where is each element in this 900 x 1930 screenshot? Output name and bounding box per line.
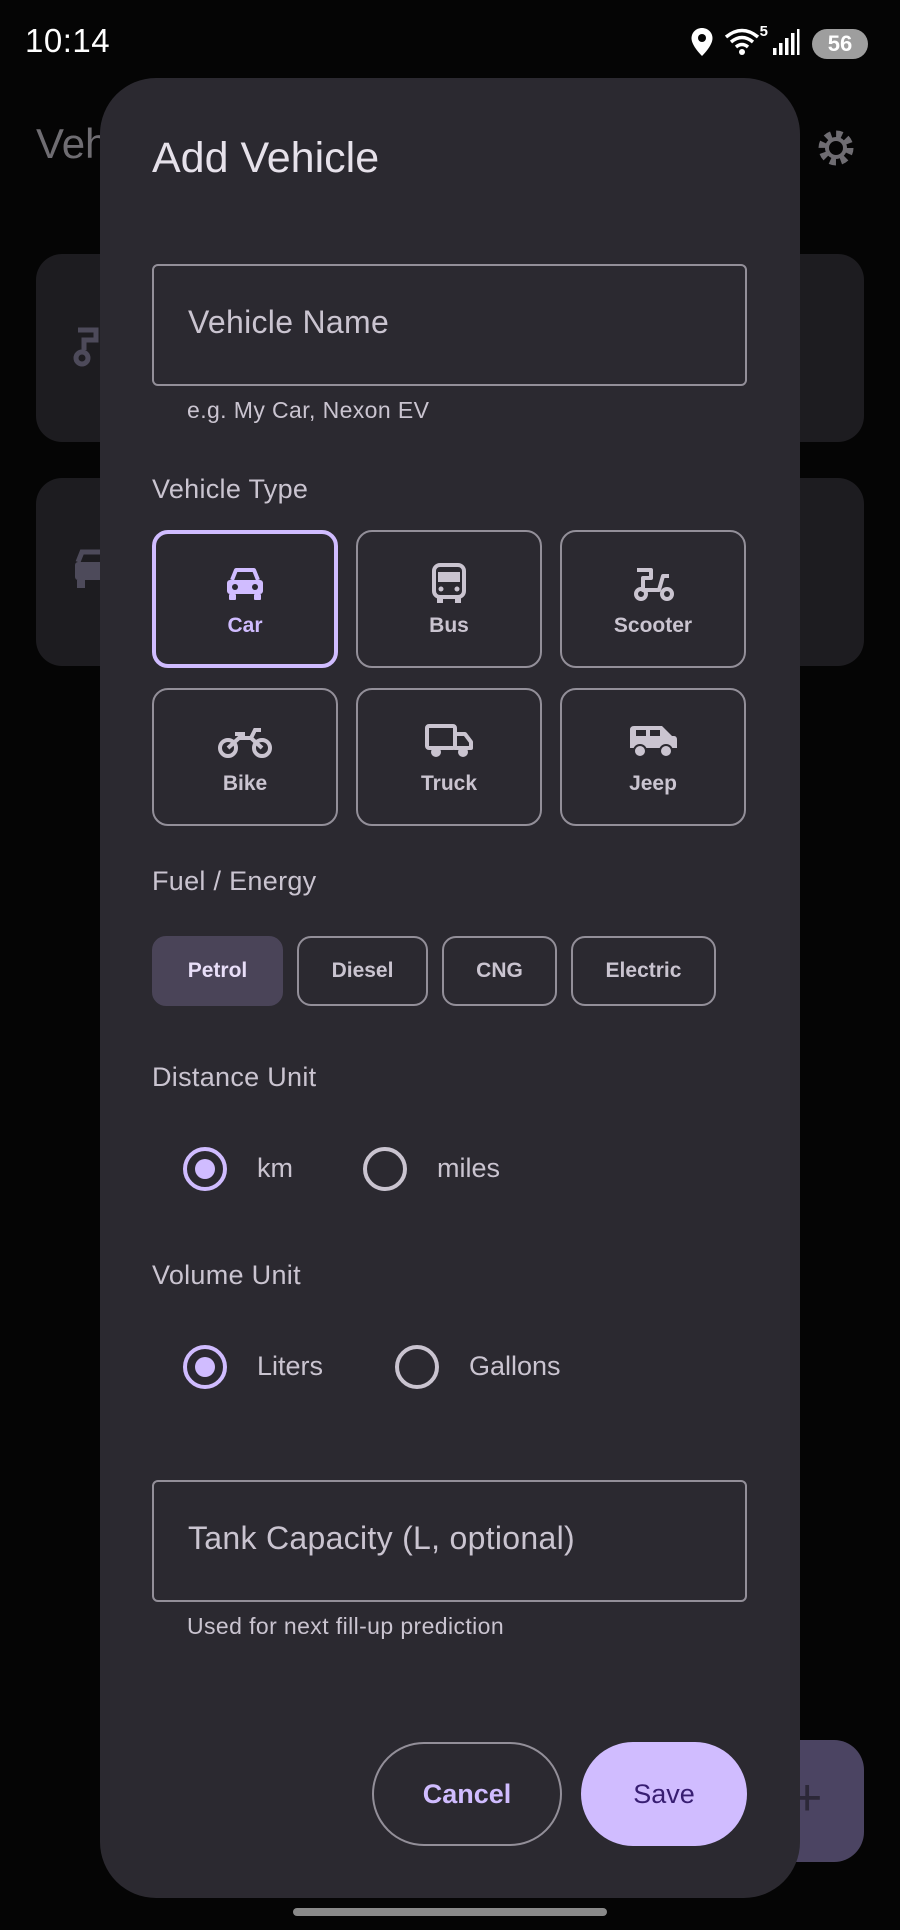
vehicle-type-scooter[interactable]: Scooter bbox=[560, 530, 746, 668]
volume-unit-label: Volume Unit bbox=[152, 1260, 301, 1290]
cancel-button[interactable]: Cancel bbox=[372, 1742, 562, 1846]
volume-radio-gallons[interactable] bbox=[395, 1345, 439, 1389]
fuel-chip-diesel[interactable]: Diesel bbox=[297, 936, 428, 1006]
volume-option-gallons[interactable]: Gallons bbox=[469, 1351, 561, 1382]
motorcycle-icon bbox=[154, 720, 336, 764]
distance-option-miles[interactable]: miles bbox=[437, 1153, 500, 1184]
home-indicator[interactable] bbox=[293, 1908, 607, 1916]
distance-radio-km[interactable] bbox=[183, 1147, 227, 1191]
tank-capacity-placeholder: Tank Capacity (L, optional) bbox=[188, 1520, 575, 1556]
wifi-badge: 5 bbox=[759, 22, 768, 40]
tank-capacity-input[interactable]: Tank Capacity (L, optional) bbox=[152, 1480, 747, 1602]
truck-icon bbox=[358, 720, 540, 764]
vehicle-type-label-bus: Bus bbox=[429, 614, 469, 637]
car-icon bbox=[156, 562, 334, 606]
location-icon bbox=[690, 27, 714, 62]
vehicle-type-label-bike: Bike bbox=[222, 772, 268, 795]
volume-option-liters[interactable]: Liters bbox=[257, 1351, 323, 1382]
status-bar: 10:14 5 56 bbox=[0, 0, 900, 86]
vehicle-type-car[interactable]: Car bbox=[152, 530, 338, 668]
vehicle-type-label-jeep: Jeep bbox=[629, 772, 677, 795]
bus-icon bbox=[358, 562, 540, 606]
distance-radio-miles[interactable] bbox=[363, 1147, 407, 1191]
save-button[interactable]: Save bbox=[581, 1742, 747, 1846]
wifi-icon: 5 bbox=[724, 23, 768, 62]
fuel-energy-label: Fuel / Energy bbox=[152, 866, 317, 896]
vehicle-type-label-truck: Truck bbox=[420, 772, 478, 795]
background-page-title: Veh bbox=[36, 120, 109, 167]
volume-radio-liters[interactable] bbox=[183, 1345, 227, 1389]
vehicle-name-input[interactable]: Vehicle Name bbox=[152, 264, 747, 386]
battery-indicator: 56 bbox=[812, 29, 868, 59]
signal-icon bbox=[772, 28, 800, 61]
vehicle-name-helper: e.g. My Car, Nexon EV bbox=[187, 397, 430, 423]
gear-icon bbox=[812, 124, 860, 177]
tank-capacity-helper: Used for next fill-up prediction bbox=[187, 1613, 505, 1639]
distance-option-km[interactable]: km bbox=[257, 1153, 293, 1184]
status-icons: 5 56 bbox=[690, 23, 868, 62]
distance-unit-label: Distance Unit bbox=[152, 1062, 317, 1092]
fuel-chip-electric[interactable]: Electric bbox=[571, 936, 716, 1006]
vehicle-type-truck[interactable]: Truck bbox=[356, 688, 542, 826]
fuel-chip-cng[interactable]: CNG bbox=[442, 936, 557, 1006]
vehicle-type-jeep[interactable]: Jeep bbox=[560, 688, 746, 826]
vehicle-type-bike[interactable]: Bike bbox=[152, 688, 338, 826]
vehicle-type-label: Vehicle Type bbox=[152, 474, 309, 504]
vehicle-type-label-car: Car bbox=[227, 614, 263, 637]
jeep-icon bbox=[562, 720, 744, 764]
vehicle-name-placeholder: Vehicle Name bbox=[188, 304, 390, 340]
scooter-icon bbox=[562, 562, 744, 606]
status-time: 10:14 bbox=[25, 22, 111, 59]
dialog-title: Add Vehicle bbox=[152, 134, 380, 182]
vehicle-type-label-scooter: Scooter bbox=[613, 614, 693, 637]
fuel-chip-petrol[interactable]: Petrol bbox=[152, 936, 283, 1006]
vehicle-type-bus[interactable]: Bus bbox=[356, 530, 542, 668]
add-vehicle-dialog: Add Vehicle Vehicle Name e.g. My Car, Ne… bbox=[100, 78, 800, 1898]
